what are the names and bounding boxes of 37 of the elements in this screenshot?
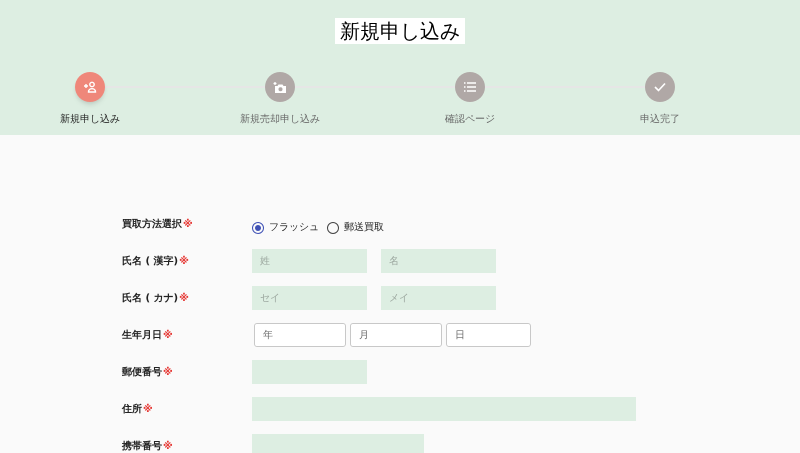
field-label: 買取方法選択	[122, 217, 182, 232]
input-field[interactable]	[252, 434, 424, 453]
required-mark: ※	[163, 328, 173, 343]
field-label: 携帯番号	[122, 440, 162, 453]
radio-label: フラッシュ	[269, 221, 319, 235]
input-field[interactable]	[252, 360, 367, 384]
field-label: 郵便番号	[122, 366, 162, 380]
input-field[interactable]: 名	[381, 249, 496, 273]
check-icon	[654, 82, 666, 92]
input-field[interactable]	[252, 397, 636, 421]
radio-button[interactable]	[327, 222, 339, 234]
page-title: 新規申し込み	[335, 18, 465, 44]
required-mark: ※	[163, 366, 173, 380]
field-label: 住所	[122, 402, 142, 417]
input-field[interactable]: セイ	[252, 286, 367, 310]
input-field[interactable]: メイ	[381, 286, 496, 310]
required-mark: ※	[179, 254, 189, 269]
required-mark: ※	[163, 440, 173, 453]
input-field[interactable]: 月	[350, 323, 442, 347]
list-icon	[464, 82, 476, 92]
required-mark: ※	[183, 218, 193, 232]
add-person-icon	[83, 81, 97, 93]
step-label: 申込完了	[640, 112, 680, 127]
input-field[interactable]: 日	[446, 323, 531, 347]
add-camera-icon	[273, 80, 287, 94]
input-field[interactable]: 姓	[252, 249, 367, 273]
step-label: 新規売却申し込み	[240, 112, 320, 127]
required-mark: ※	[179, 292, 189, 306]
radio-button[interactable]	[252, 222, 264, 234]
field-label: 氏名 ( 漢字)	[122, 254, 178, 269]
field-label: 生年月日	[122, 328, 162, 343]
step-label: 確認ページ	[445, 112, 495, 127]
required-mark: ※	[143, 402, 153, 417]
field-label: 氏名 ( カナ)	[122, 292, 178, 306]
input-field[interactable]: 年	[254, 323, 346, 347]
radio-label: 郵送買取	[344, 220, 384, 235]
step-label: 新規申し込み	[60, 112, 120, 127]
